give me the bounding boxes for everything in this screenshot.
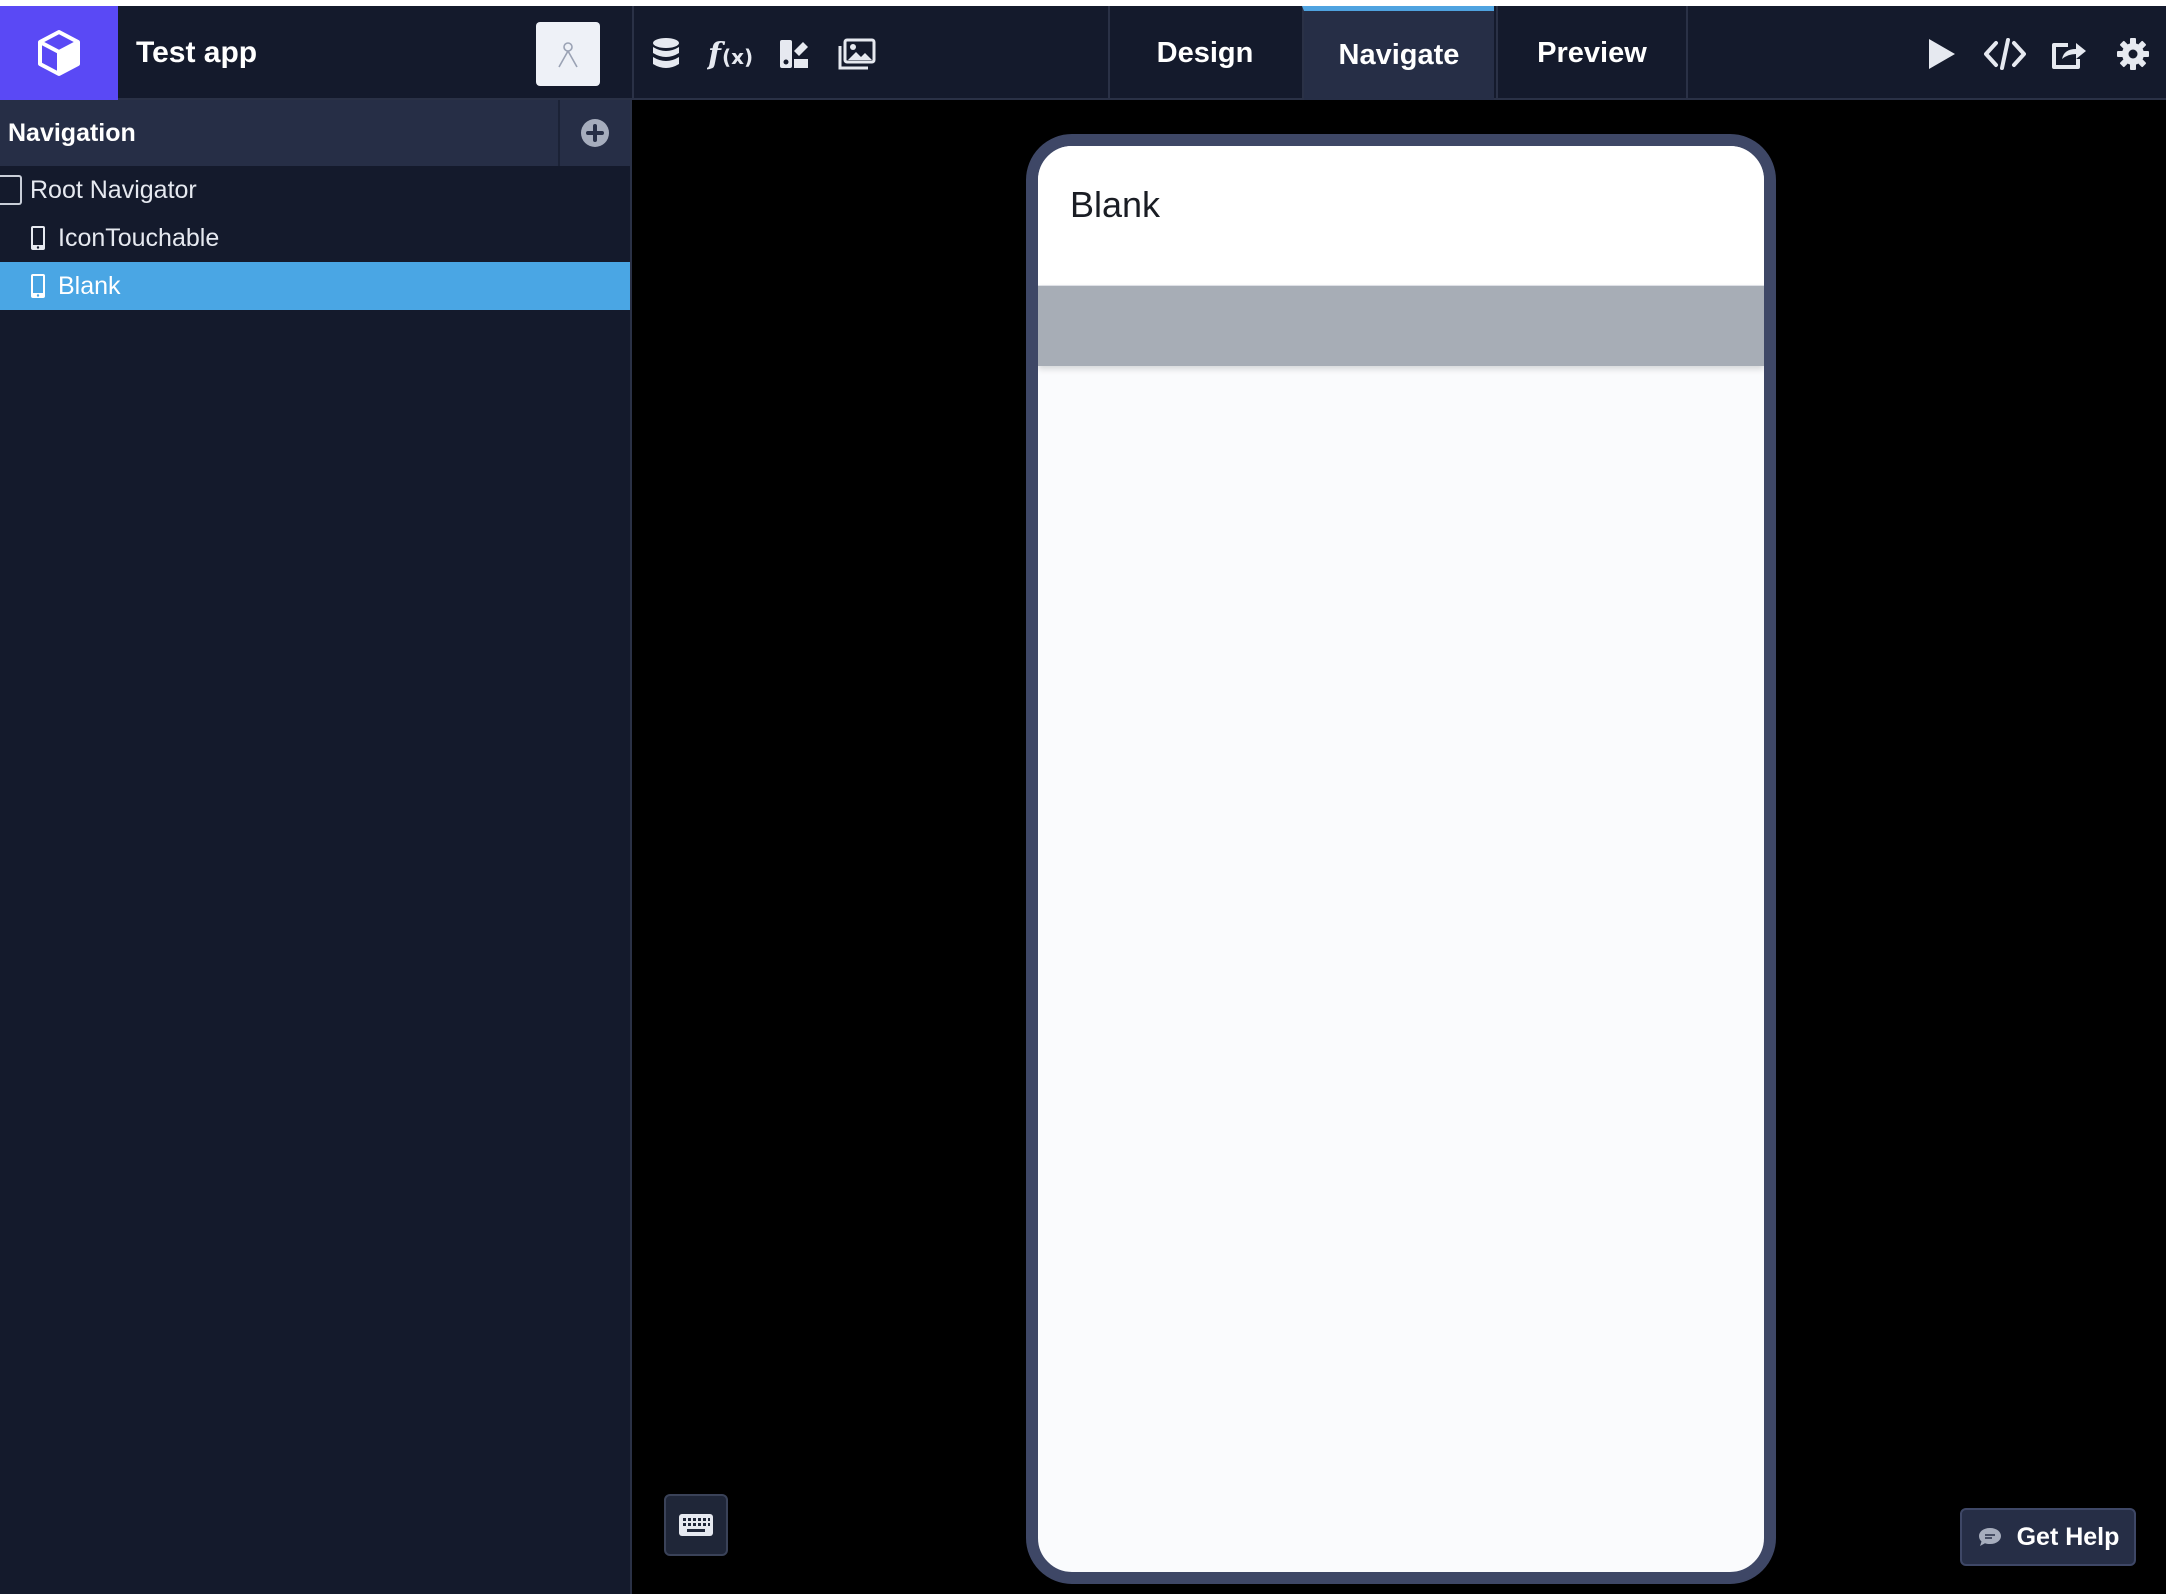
sidebar-header: Navigation: [0, 100, 630, 166]
user-avatar-icon: [558, 42, 578, 68]
get-help-button[interactable]: Get Help: [1960, 1508, 2136, 1566]
phone-icon: [30, 225, 46, 251]
theme-icon: [780, 40, 808, 68]
tab-preview[interactable]: Preview: [1496, 6, 1688, 100]
code-button[interactable]: [1982, 31, 2028, 77]
app-root: Test app f (x) Design Navigate Preview N…: [0, 0, 2166, 1594]
top-header: Test app f (x) Design Navigate Preview: [0, 6, 2166, 100]
svg-text:(x): (x): [722, 45, 753, 69]
phone-icon: [30, 273, 46, 299]
add-navigator-button[interactable]: [558, 100, 630, 166]
user-avatar-button[interactable]: [536, 22, 600, 86]
share-icon: [2052, 43, 2086, 69]
keyboard-icon: [679, 1514, 713, 1536]
screen-header: Blank: [1038, 146, 1764, 286]
tree-item-label: Root Navigator: [30, 175, 197, 204]
tree-item-icontouchable[interactable]: IconTouchable: [0, 214, 630, 262]
tab-design[interactable]: Design: [1108, 6, 1300, 100]
app-title: Test app: [136, 36, 258, 69]
settings-button[interactable]: [2110, 31, 2156, 77]
tree-item-blank[interactable]: Blank: [0, 262, 630, 310]
keyboard-shortcuts-button[interactable]: [664, 1494, 728, 1556]
plus-circle-icon: [581, 119, 609, 147]
device-preview: Blank: [1026, 134, 1776, 1584]
sidebar-title: Navigation: [8, 119, 136, 147]
function-icon: f (x): [707, 37, 753, 72]
settings-icon: [2117, 38, 2149, 70]
database-icon: [653, 38, 679, 68]
theme-button[interactable]: [773, 33, 815, 75]
get-help-label: Get Help: [2016, 1522, 2120, 1551]
screen-bar: [1038, 286, 1764, 366]
image-library-button[interactable]: [836, 33, 878, 75]
logo-button[interactable]: [0, 6, 118, 100]
tree-item-label: Blank: [58, 271, 121, 300]
code-icon: [1984, 38, 2026, 70]
navigation-sidebar: Navigation Root Navigator IconTouchable: [0, 100, 632, 1594]
chat-bubble-icon: [1978, 1528, 2001, 1546]
run-button[interactable]: [1918, 31, 1964, 77]
tab-preview-label: Preview: [1537, 36, 1647, 69]
navigator-icon: [0, 175, 22, 205]
tree-item-label: IconTouchable: [58, 223, 220, 252]
database-button[interactable]: [645, 33, 687, 75]
cube-icon: [38, 30, 80, 76]
functions-button[interactable]: f (x): [707, 33, 753, 75]
share-button[interactable]: [2046, 31, 2092, 77]
header-divider: [632, 6, 634, 100]
tab-navigate-label: Navigate: [1338, 39, 1460, 71]
image-library-icon: [838, 38, 876, 70]
screen-title: Blank: [1070, 184, 1161, 225]
tab-navigate[interactable]: Navigate: [1302, 6, 1494, 100]
tab-design-label: Design: [1156, 36, 1254, 69]
tree-item-root-navigator[interactable]: Root Navigator: [0, 166, 630, 214]
play-icon: [1929, 39, 1955, 69]
